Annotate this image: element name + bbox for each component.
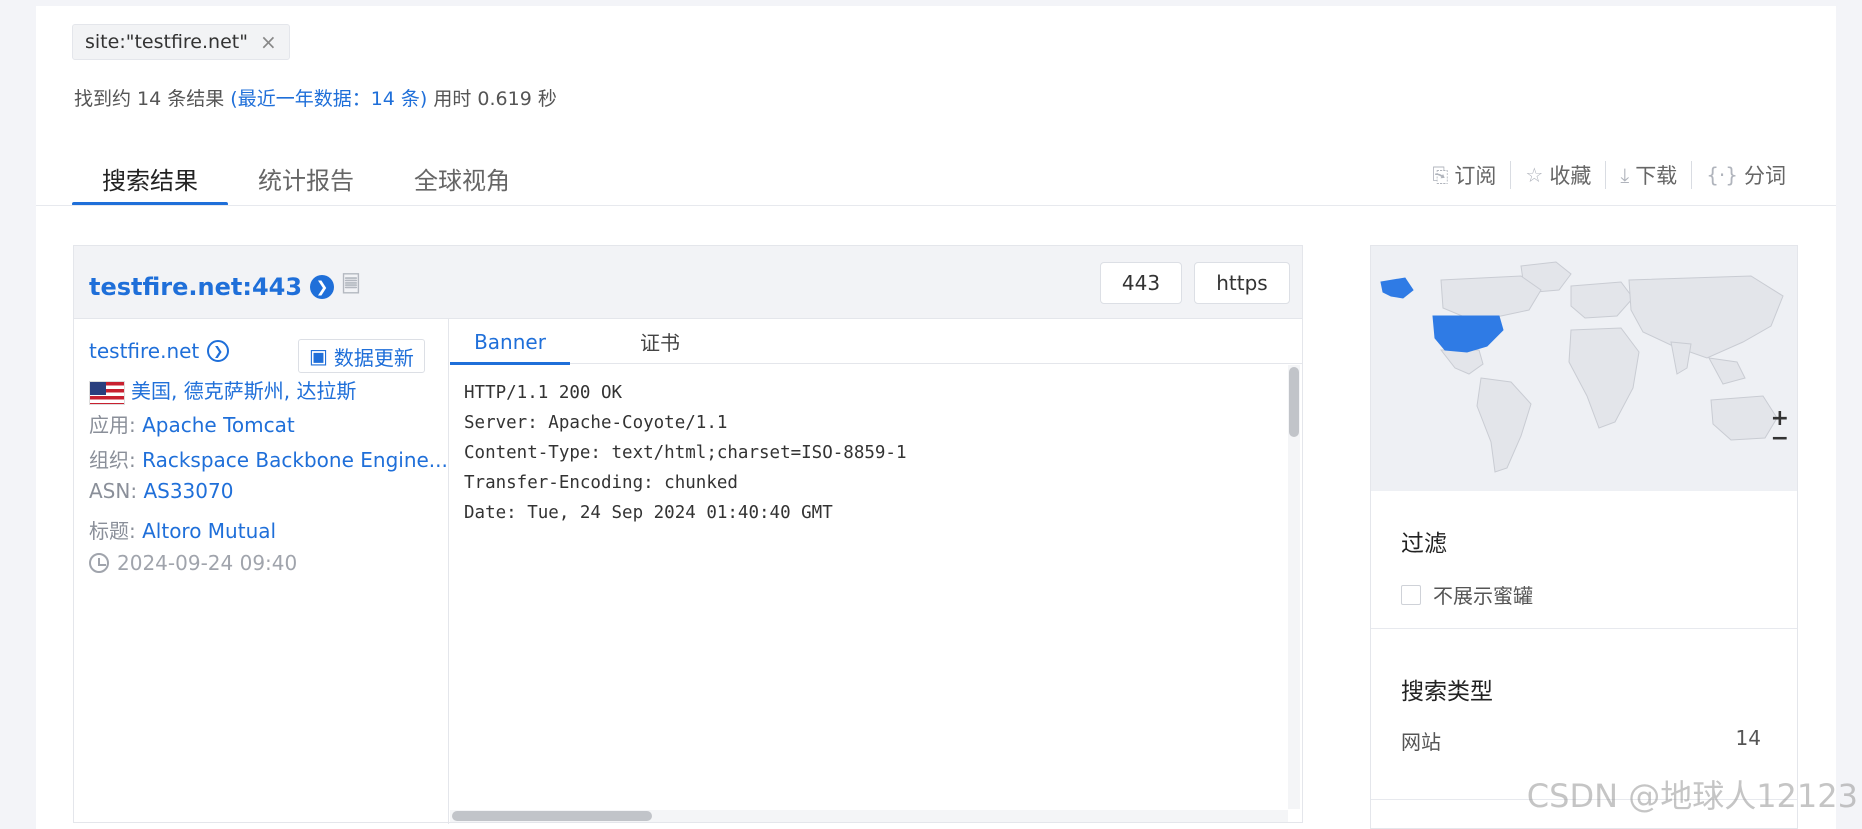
clock-icon	[89, 553, 109, 573]
data-update-button[interactable]: ▣ 数据更新	[298, 339, 425, 373]
port-badge[interactable]: 443	[1100, 262, 1182, 304]
scan-icon: ▣	[309, 344, 328, 368]
map-europe	[1570, 281, 1634, 319]
location-city[interactable]: 达拉斯	[296, 379, 356, 403]
banner-content: HTTP/1.1 200 OK Server: Apache-Coyote/1.…	[450, 364, 1288, 810]
side-panel: + − 过滤 不展示蜜罐 搜索类型 网站 14	[1370, 245, 1798, 829]
result-card: testfire.net:443 ❯ 🗏 443 https testfire.…	[73, 245, 1303, 824]
tab-certificate[interactable]: 证书	[600, 319, 720, 364]
filter-title: 过滤	[1401, 531, 1447, 557]
map-australia	[1710, 395, 1778, 441]
checkbox-icon[interactable]	[1401, 584, 1421, 605]
tokenize-button[interactable]: {·} 分词	[1692, 160, 1800, 190]
site-link[interactable]: testfire.net	[89, 339, 199, 363]
subscribe-icon: ⎘	[1432, 163, 1449, 187]
location-country[interactable]: 美国	[131, 379, 171, 403]
update-time: 2024-09-24 09:40	[117, 551, 298, 575]
tab-banner[interactable]: Banner	[450, 319, 570, 365]
horizontal-scroll-thumb[interactable]	[452, 811, 652, 821]
map-canada	[1440, 275, 1542, 319]
app-label: 应用:	[89, 413, 136, 437]
world-map-graphic	[1380, 261, 1784, 473]
star-icon: ☆	[1525, 163, 1544, 187]
favorite-label: 收藏	[1549, 164, 1592, 188]
title-label: 标题:	[89, 519, 136, 543]
subscribe-button[interactable]: ⎘ 订阅	[1418, 160, 1510, 190]
close-icon[interactable]: ×	[260, 30, 277, 54]
app-value[interactable]: Apache Tomcat	[142, 413, 295, 437]
tab-stats-report[interactable]: 统计报告	[228, 150, 384, 206]
org-label: 组织:	[89, 448, 136, 472]
banner-panel: Banner 证书 HTTP/1.1 200 OK Server: Apache…	[450, 319, 1302, 824]
title-value[interactable]: Altoro Mutual	[142, 519, 276, 543]
vertical-scrollbar[interactable]	[1288, 365, 1300, 809]
location-row: 美国, 德克萨斯州, 达拉斯	[89, 375, 356, 405]
asn-value[interactable]: AS33070	[143, 479, 233, 503]
hide-honeypot-checkbox[interactable]: 不展示蜜罐	[1401, 580, 1533, 609]
tabs-divider	[36, 205, 1836, 206]
location-sep: ,	[283, 379, 297, 403]
site-row: testfire.net ❯	[89, 339, 230, 363]
map-alaska	[1380, 277, 1414, 299]
location-state[interactable]: 德克萨斯州	[184, 379, 284, 403]
copy-icon[interactable]: 🗏	[342, 268, 360, 306]
banner-text: HTTP/1.1 200 OK Server: Apache-Coyote/1.…	[464, 383, 907, 523]
watermark: CSDN @地球人12123	[1526, 777, 1858, 815]
map-mexico	[1439, 349, 1484, 375]
search-type-title: 搜索类型	[1401, 679, 1493, 705]
toolbar-actions: ⎘ 订阅 ☆ 收藏 ⤓ 下载 {·} 分词	[1418, 160, 1800, 190]
map-se-asia	[1708, 357, 1746, 385]
tokenize-label: 分词	[1744, 164, 1786, 188]
tab-search-results[interactable]: 搜索结果	[72, 150, 228, 206]
map-south-america	[1476, 377, 1532, 473]
hide-honeypot-label: 不展示蜜罐	[1433, 584, 1533, 608]
asn-label: ASN:	[89, 479, 138, 503]
map-asia	[1628, 275, 1784, 359]
time-row: 2024-09-24 09:40	[89, 551, 297, 575]
title-row: 标题: Altoro Mutual	[89, 515, 276, 544]
asn-row: ASN: AS33070	[89, 479, 233, 503]
zoom-out-button[interactable]: −	[1771, 426, 1789, 451]
download-icon: ⤓	[1620, 163, 1630, 187]
result-details: testfire.net ❯ ▣ 数据更新 美国, 德克萨斯州, 达拉斯 应用:…	[74, 319, 449, 824]
search-type-row[interactable]: 网站 14	[1401, 726, 1761, 755]
summary-recent: (最近一年数据：14 条)	[230, 88, 428, 110]
result-card-header: testfire.net:443 ❯ 🗏 443 https	[74, 246, 1302, 319]
us-flag-icon	[89, 380, 125, 405]
summary-time: 用时 0.619 秒	[427, 88, 557, 110]
world-map[interactable]: + −	[1371, 246, 1797, 491]
map-india	[1670, 341, 1692, 375]
horizontal-scrollbar[interactable]	[450, 810, 1288, 822]
search-type-name: 网站	[1401, 730, 1441, 754]
tokenize-icon: {·}	[1706, 163, 1738, 187]
result-tabs: 搜索结果 统计报告 全球视角	[72, 150, 540, 206]
arrow-right-icon[interactable]: ❯	[310, 275, 335, 299]
download-button[interactable]: ⤓ 下载	[1606, 160, 1691, 190]
protocol-badge[interactable]: https	[1194, 262, 1290, 304]
subscribe-label: 订阅	[1454, 164, 1497, 188]
vertical-scroll-thumb[interactable]	[1289, 367, 1299, 437]
banner-tabs: Banner 证书	[450, 319, 1302, 365]
map-usa	[1432, 315, 1504, 353]
org-value[interactable]: Rackspace Backbone Engine...	[142, 448, 448, 472]
location-sep: ,	[171, 379, 184, 403]
search-type-count: 14	[1735, 726, 1761, 750]
tab-global-view[interactable]: 全球视角	[384, 150, 540, 206]
result-summary: 找到约 14 条结果 (最近一年数据：14 条) 用时 0.619 秒	[74, 84, 557, 111]
summary-count: 找到约 14 条结果	[74, 88, 231, 110]
arrow-circle-icon[interactable]: ❯	[207, 340, 230, 362]
download-label: 下载	[1635, 164, 1678, 188]
host-link[interactable]: testfire.net:443	[89, 273, 302, 301]
query-tag[interactable]: site:"testfire.net" ×	[72, 24, 290, 60]
map-africa	[1568, 327, 1640, 429]
data-update-label: 数据更新	[333, 345, 414, 370]
org-row: 组织: Rackspace Backbone Engine...	[89, 444, 448, 473]
host-title: testfire.net:443 ❯ 🗏	[89, 268, 360, 306]
app-row: 应用: Apache Tomcat	[89, 409, 295, 438]
favorite-button[interactable]: ☆ 收藏	[1511, 160, 1605, 190]
query-tag-label: site:"testfire.net"	[85, 31, 248, 53]
